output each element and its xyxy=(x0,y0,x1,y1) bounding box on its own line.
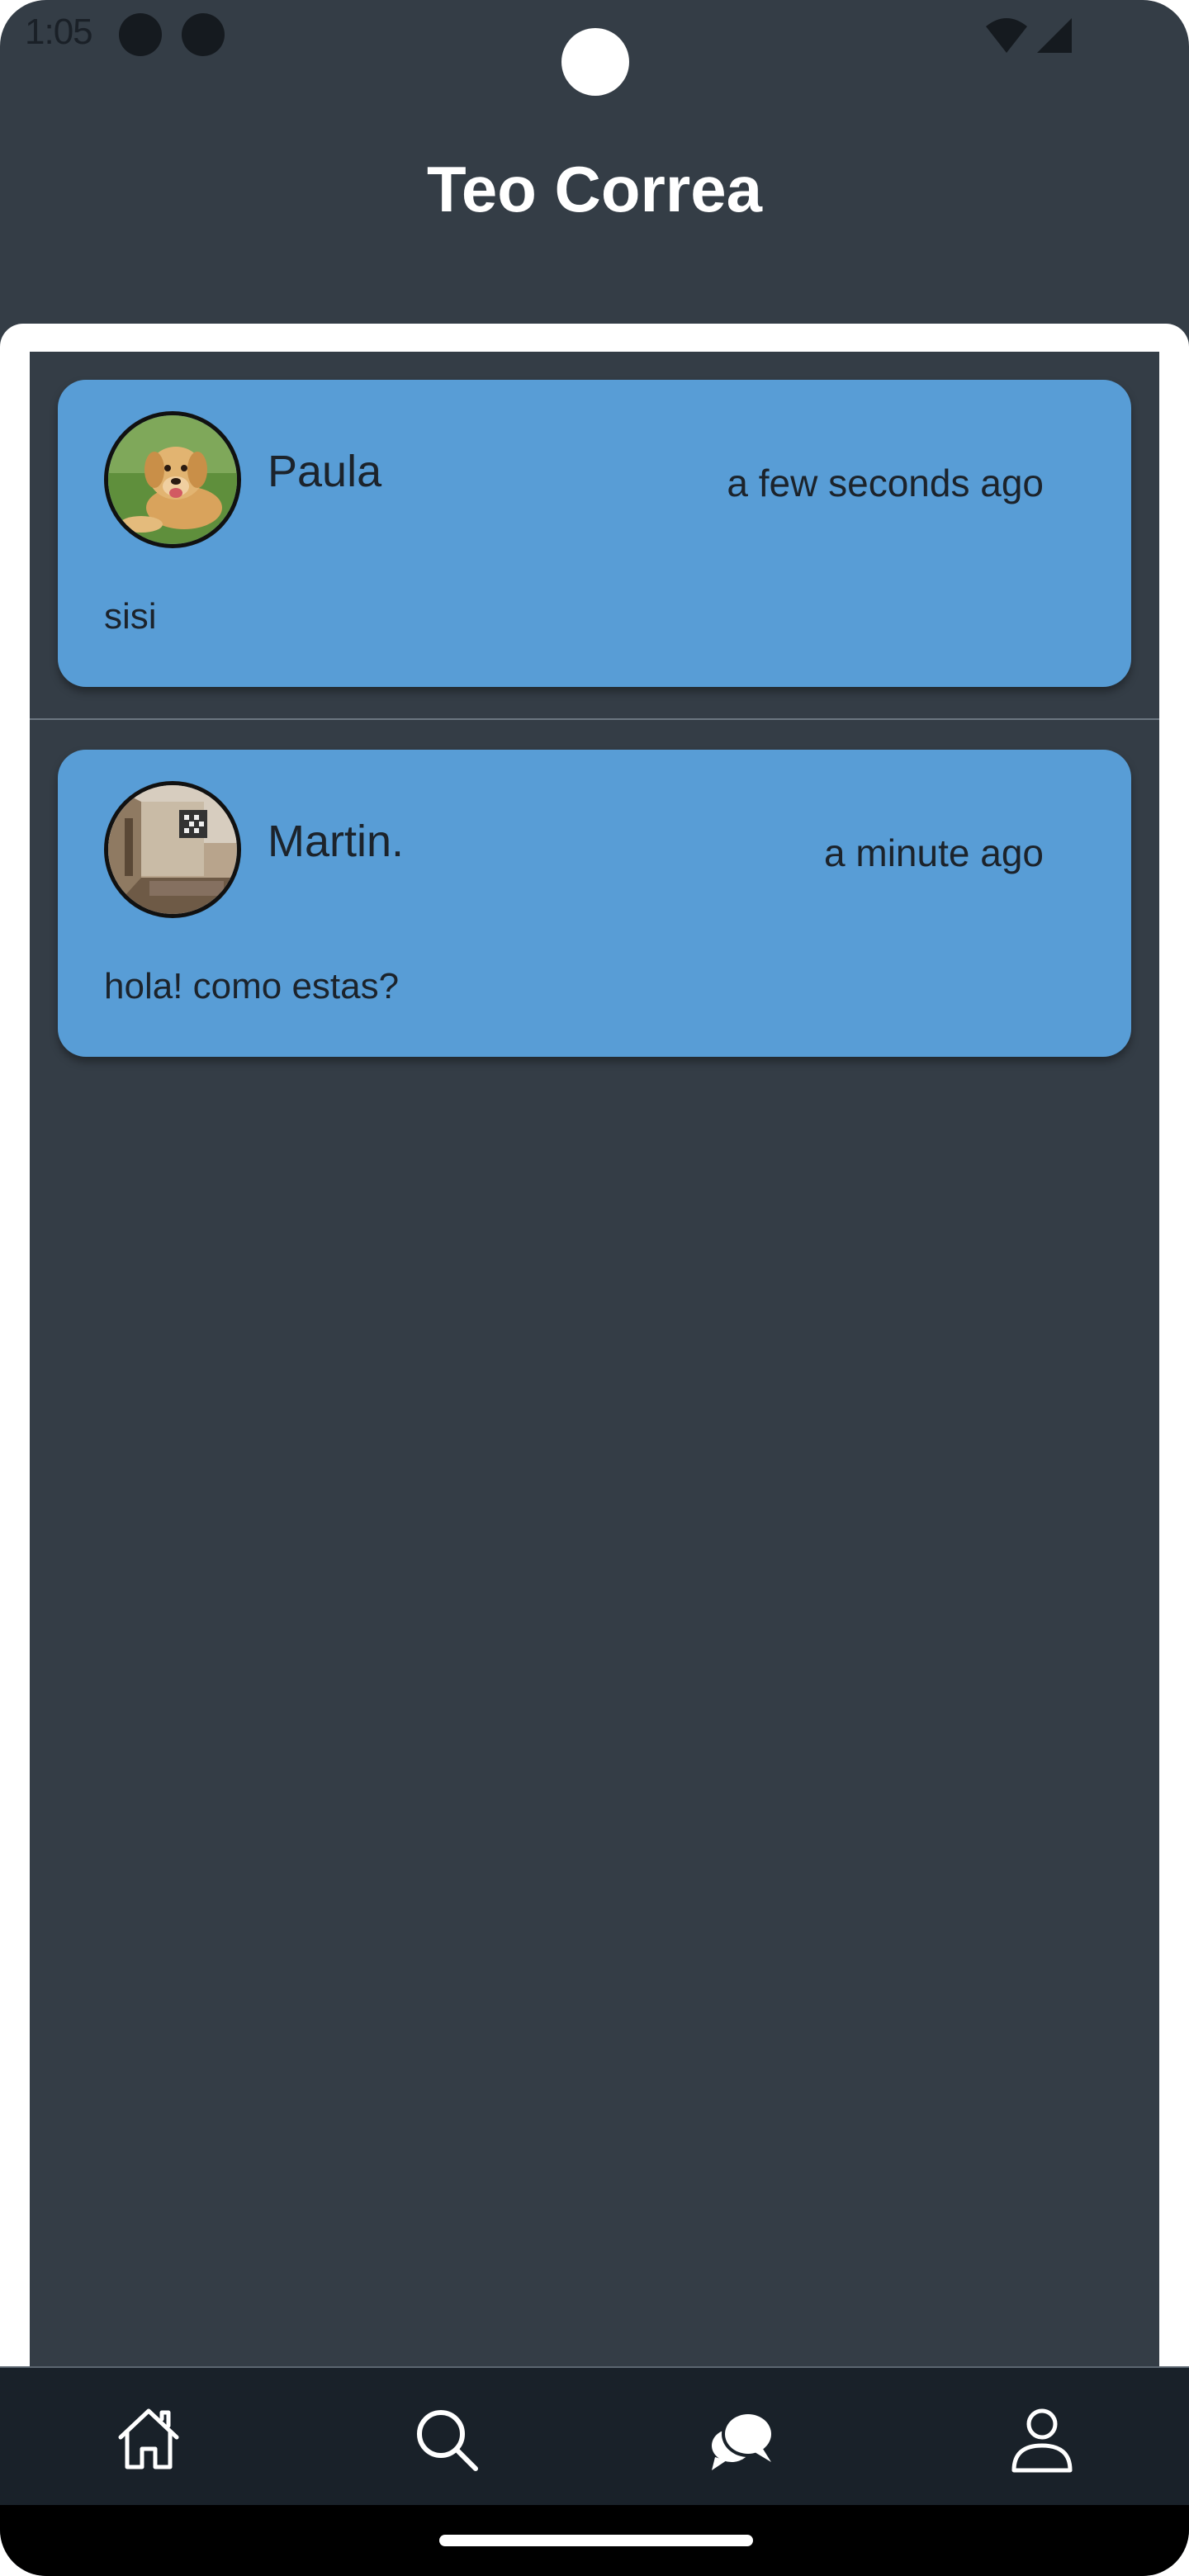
bottom-navigation xyxy=(0,2366,1189,2507)
chat-timestamp: a few seconds ago xyxy=(727,462,1044,504)
status-bar: 1:05 xyxy=(0,0,1189,96)
nav-home[interactable] xyxy=(112,2403,185,2475)
status-time: 1:05 xyxy=(25,12,93,52)
gesture-navigation-area xyxy=(0,2505,1189,2576)
page-title: Teo Correa xyxy=(427,153,762,225)
nav-chats[interactable] xyxy=(707,2403,779,2475)
dog-photo-icon xyxy=(108,415,237,544)
home-icon xyxy=(118,2408,179,2469)
chat-last-message: sisi xyxy=(104,596,157,637)
phone-screen: 1:05 Teo Correa Paula a few seconds ago … xyxy=(0,0,1189,2576)
nav-search[interactable] xyxy=(410,2403,482,2475)
chat-contact-name: Paula xyxy=(268,447,382,496)
chat-contact-name: Martin. xyxy=(268,817,405,866)
profile-icon xyxy=(1011,2408,1073,2473)
avatar xyxy=(104,411,241,548)
chat-item[interactable]: Paula a few seconds ago sisi xyxy=(58,380,1131,687)
front-camera xyxy=(561,28,629,96)
divider xyxy=(30,718,1159,720)
status-icons xyxy=(984,17,1073,54)
chat-list[interactable]: Paula a few seconds ago sisi Martin. a m… xyxy=(30,352,1159,2366)
avatar xyxy=(104,781,241,918)
nav-profile[interactable] xyxy=(1006,2403,1078,2475)
wifi-icon xyxy=(986,18,1027,53)
chat-timestamp: a minute ago xyxy=(824,831,1044,874)
home-gesture-bar[interactable] xyxy=(439,2535,753,2546)
signal-icon xyxy=(1037,18,1072,53)
room-photo-icon xyxy=(108,785,237,914)
chat-item[interactable]: Martin. a minute ago hola! como estas? xyxy=(58,750,1131,1057)
search-icon xyxy=(417,2410,478,2471)
chat-last-message: hola! como estas? xyxy=(104,966,400,1006)
notification-dot-icon xyxy=(182,13,225,56)
chat-bubbles-icon xyxy=(712,2411,775,2470)
notification-dot-icon xyxy=(119,13,162,56)
